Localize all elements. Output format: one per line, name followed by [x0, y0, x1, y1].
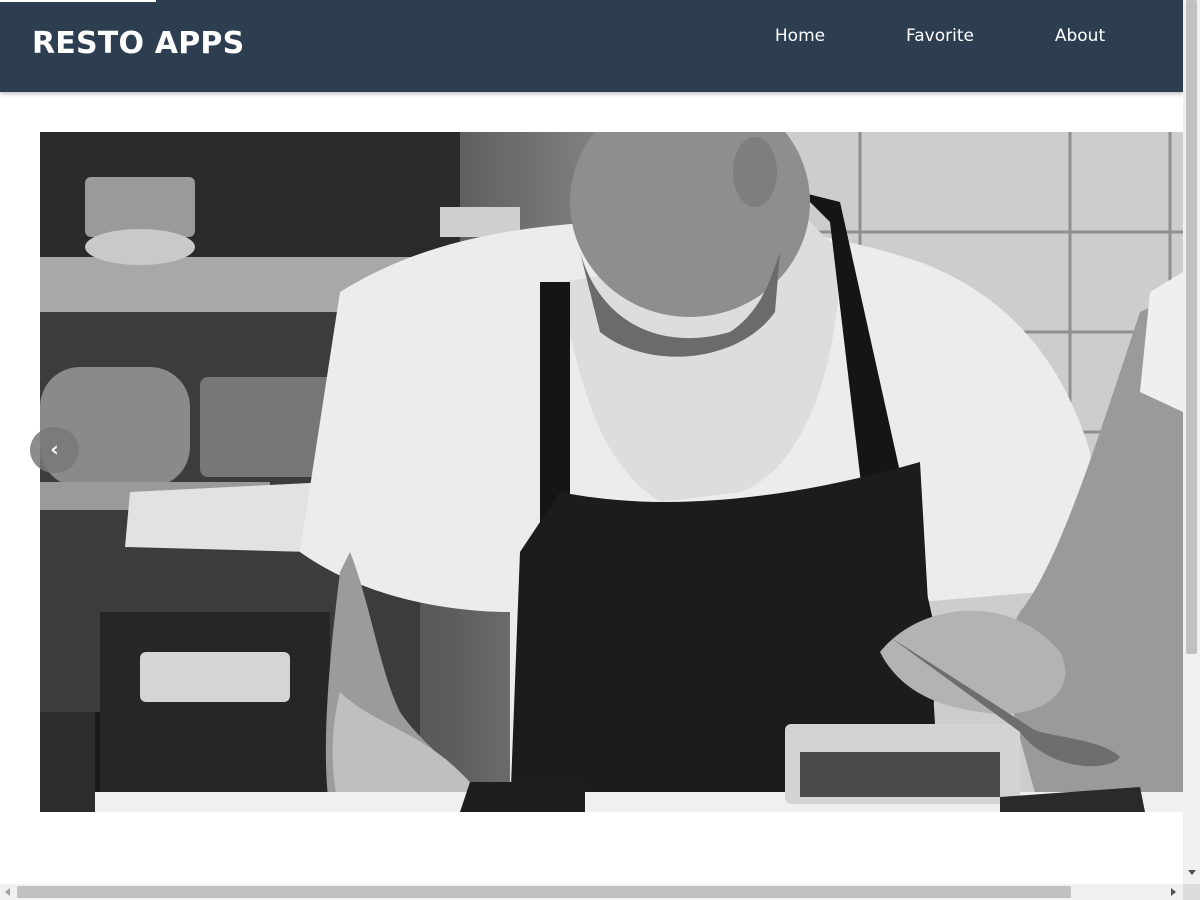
vertical-scroll-thumb[interactable]: [1186, 0, 1197, 654]
nav-link-about[interactable]: About: [1010, 26, 1150, 46]
main-nav: Home Favorite About: [730, 26, 1150, 46]
horizontal-scroll-thumb[interactable]: [17, 886, 1071, 898]
app-header: RESTO APPS Home Favorite About: [0, 0, 1183, 92]
scroll-left-arrow-icon[interactable]: [5, 888, 10, 896]
hero-image: [40, 132, 1183, 812]
carousel-prev-button[interactable]: ‹: [30, 427, 79, 473]
nav-link-favorite[interactable]: Favorite: [870, 26, 1010, 46]
scroll-right-arrow-icon[interactable]: [1171, 888, 1176, 896]
scrollbar-corner: [1183, 884, 1200, 900]
brand-logo[interactable]: RESTO APPS: [32, 26, 244, 61]
header-accent-line: [0, 0, 156, 2]
horizontal-scrollbar[interactable]: [0, 884, 1183, 900]
chef-photo: [40, 132, 1183, 812]
scroll-down-arrow-icon[interactable]: [1188, 870, 1196, 875]
nav-link-home[interactable]: Home: [730, 26, 870, 46]
chevron-left-icon: ‹: [50, 437, 59, 461]
vertical-scrollbar[interactable]: [1183, 0, 1200, 884]
